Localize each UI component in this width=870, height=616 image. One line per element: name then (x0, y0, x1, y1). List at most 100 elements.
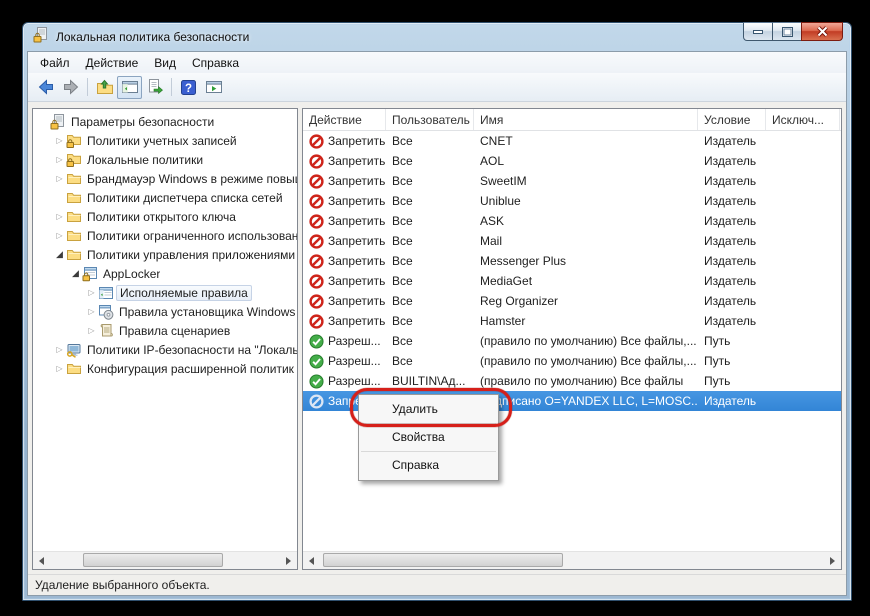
column-header[interactable]: Имя (474, 109, 698, 130)
list-row[interactable]: Разреш...Все(правило по умолчанию) Все ф… (303, 331, 841, 351)
tree-expander-icon[interactable]: ▷ (53, 340, 66, 359)
tree-item[interactable]: ▷Политики ограниченного использован (33, 226, 297, 245)
condition-cell: Путь (698, 371, 766, 391)
list-row[interactable]: ЗапретитьВсеUniblueИздатель (303, 191, 841, 211)
scroll-left-arrow-icon[interactable] (303, 552, 320, 569)
doc-lock-icon (50, 114, 67, 130)
condition-cell: Издатель (698, 151, 766, 171)
tree-item-label: AppLocker (103, 267, 160, 281)
context-menu-item-delete[interactable]: Удалить (359, 397, 498, 422)
context-menu-item-properties[interactable]: Свойства (359, 425, 498, 450)
tree-expander-icon[interactable]: ▷ (53, 359, 66, 378)
scroll-right-arrow-icon[interactable] (280, 552, 297, 569)
console-body: Параметры безопасности▷Политики учетных … (28, 102, 846, 574)
tree-item[interactable]: ▷Исполняемые правила (33, 283, 297, 302)
condition-cell: Путь (698, 351, 766, 371)
list-row[interactable]: ЗапретитьВсеHamsterИздатель (303, 311, 841, 331)
list-row[interactable]: ЗапретитьВсеReg OrganizerИздатель (303, 291, 841, 311)
tree-item-label: Правила сценариев (119, 324, 230, 338)
context-menu-item-help[interactable]: Справка (359, 453, 498, 478)
tree-item[interactable]: ▷ Правила сценариев (33, 321, 297, 340)
list-row[interactable]: ЗапретитьВсеCNETИздатель (303, 131, 841, 151)
menu-view[interactable]: Вид (146, 53, 184, 73)
list-row[interactable]: ЗапретитьВсеASKИздатель (303, 211, 841, 231)
scrollbar-thumb[interactable] (323, 553, 563, 567)
tree-expander-icon[interactable]: ▷ (53, 150, 66, 169)
menu-action[interactable]: Действие (78, 53, 147, 73)
show-hide-action-pane-icon[interactable] (201, 76, 226, 99)
tree-item[interactable]: ▷Политики открытого ключа (33, 207, 297, 226)
exception-cell (766, 331, 840, 351)
column-header[interactable]: Пользователь (386, 109, 474, 130)
list-horizontal-scrollbar[interactable] (303, 551, 841, 569)
name-cell: ASK (474, 211, 698, 231)
list-row[interactable]: ЗапретитьВсеMediaGetИздатель (303, 271, 841, 291)
help-icon[interactable]: ? (176, 76, 201, 99)
condition-cell: Издатель (698, 171, 766, 191)
title-bar[interactable]: Локальная политика безопасности (27, 23, 847, 51)
user-cell: BUILTIN\Ад... (386, 371, 474, 391)
user-cell: Все (386, 251, 474, 271)
exception-cell (766, 171, 840, 191)
list-row[interactable]: ЗапретитьВсеMessenger PlusИздатель (303, 251, 841, 271)
status-bar: Удаление выбранного объекта. (28, 574, 846, 595)
list-row[interactable]: Разреш...BUILTIN\Ад...(правило по умолча… (303, 371, 841, 391)
tree-expander-icon[interactable]: ▷ (85, 283, 98, 302)
scroll-right-arrow-icon[interactable] (824, 552, 841, 569)
tree-horizontal-scrollbar[interactable] (33, 551, 297, 569)
tree-item[interactable]: Параметры безопасности (33, 112, 297, 131)
tree-expander-icon[interactable]: ▷ (53, 169, 66, 188)
list-row[interactable]: ЗапретитьВсеMailИздатель (303, 231, 841, 251)
condition-cell: Издатель (698, 391, 766, 411)
exception-cell (766, 151, 840, 171)
tree-expander-icon[interactable]: ◢ (53, 245, 66, 264)
action-cell: Запретить (303, 171, 386, 191)
list-row[interactable]: Разреш...Все(правило по умолчанию) Все ф… (303, 351, 841, 371)
export-list-icon[interactable] (142, 76, 167, 99)
tree-item[interactable]: ▷ Политики учетных записей (33, 131, 297, 150)
column-header[interactable]: Действие (303, 109, 386, 130)
tree-expander-icon[interactable]: ▷ (85, 302, 98, 321)
maximize-button[interactable] (772, 22, 802, 41)
exception-cell (766, 131, 840, 151)
scroll-left-arrow-icon[interactable] (33, 552, 50, 569)
exception-cell (766, 231, 840, 251)
menu-help[interactable]: Справка (184, 53, 247, 73)
tree-item[interactable]: ▷Правила установщика Windows (33, 302, 297, 321)
name-cell: (правило по умолчанию) Все файлы,... (474, 351, 698, 371)
tree-expander-icon[interactable]: ▷ (53, 207, 66, 226)
tree-expander-icon[interactable]: ▷ (85, 321, 98, 340)
name-cell: AOL (474, 151, 698, 171)
tree-item-label: Конфигурация расширенной политик (87, 362, 294, 376)
close-button[interactable] (801, 22, 843, 41)
column-header[interactable]: Условие (698, 109, 766, 130)
tree-expander-icon[interactable]: ▷ (53, 226, 66, 245)
tree-expander-icon[interactable]: ◢ (69, 264, 82, 283)
tree-expander-icon[interactable]: ▷ (53, 131, 66, 150)
list-row[interactable]: ЗапретитьВсеSweetIMИздатель (303, 171, 841, 191)
tree-item[interactable]: ▷Брандмауэр Windows в режиме повыш (33, 169, 297, 188)
tree-item[interactable]: ◢Политики управления приложениями (33, 245, 297, 264)
list-rows: ЗапретитьВсеCNETИздательЗапретитьВсеAOLИ… (303, 131, 841, 411)
tree-item[interactable]: ▷ Политики IP-безопасности на "Локаль (33, 340, 297, 359)
action-cell: Запретить (303, 251, 386, 271)
action-cell: Разреш... (303, 351, 386, 371)
tree-item[interactable]: Политики диспетчера списка сетей (33, 188, 297, 207)
menu-file[interactable]: Файл (32, 53, 78, 73)
up-one-level-icon[interactable] (92, 76, 117, 99)
tree-item-label: Политики IP-безопасности на "Локаль (87, 343, 297, 357)
tree-item-label: Политики учетных записей (87, 134, 237, 148)
show-hide-console-tree-icon[interactable] (117, 76, 142, 99)
column-header[interactable]: Исключ... (766, 109, 840, 130)
scrollbar-thumb[interactable] (83, 553, 223, 567)
list-row[interactable]: ЗапретитьВсеAOLИздатель (303, 151, 841, 171)
tree-item-label: Политики диспетчера списка сетей (87, 191, 283, 205)
action-cell: Запретить (303, 151, 386, 171)
name-cell: Reg Organizer (474, 291, 698, 311)
forward-icon[interactable] (58, 76, 83, 99)
minimize-button[interactable] (743, 22, 773, 41)
tree-item[interactable]: ▷Локальные политики (33, 150, 297, 169)
tree-item[interactable]: ▷ Конфигурация расширенной политик (33, 359, 297, 378)
back-icon[interactable] (33, 76, 58, 99)
tree-item[interactable]: ◢ AppLocker (33, 264, 297, 283)
